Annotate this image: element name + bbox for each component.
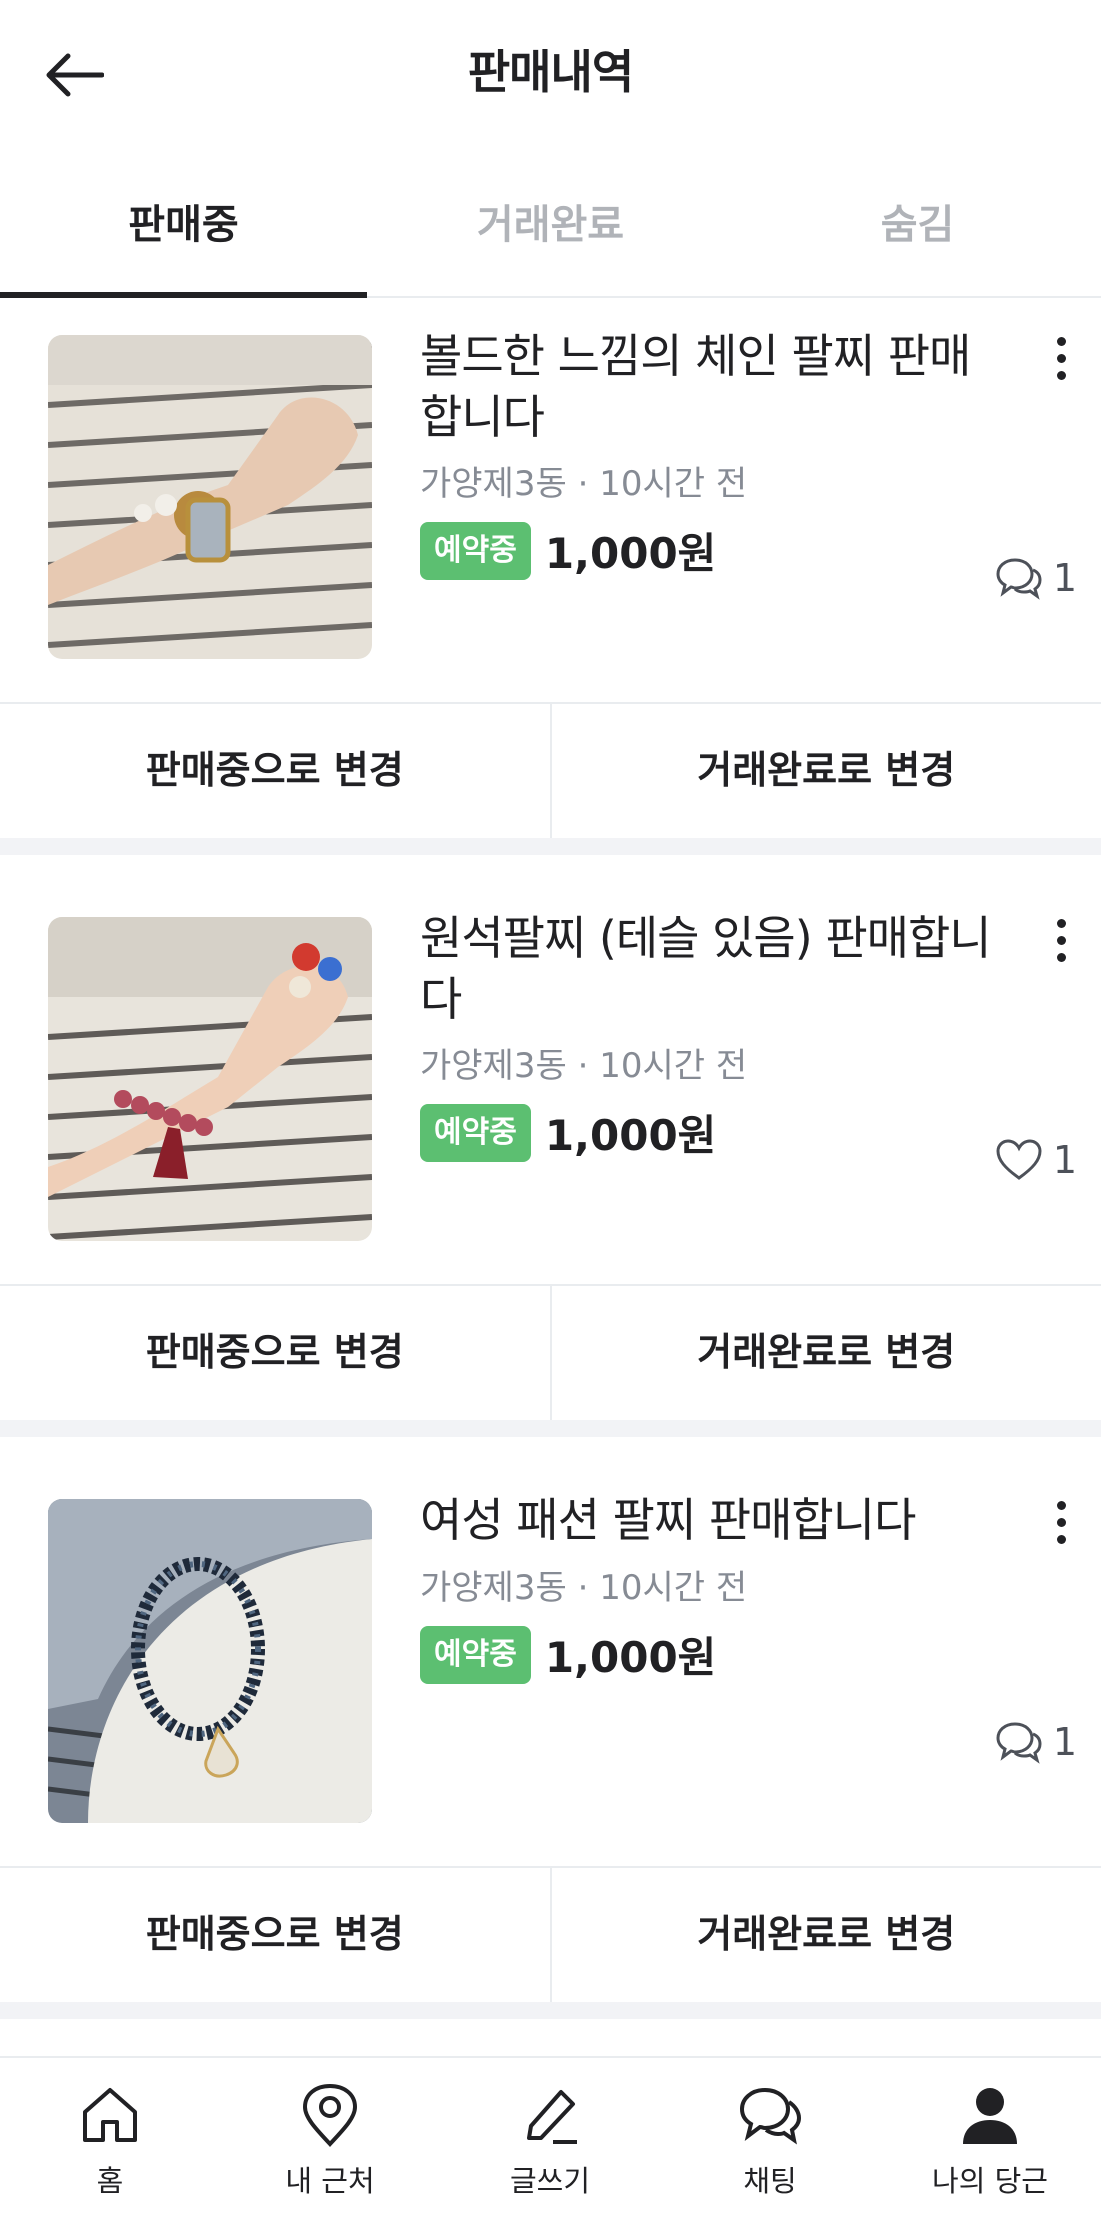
chat-bubbles-icon xyxy=(737,2082,803,2148)
product-thumbnail[interactable] xyxy=(48,335,372,659)
section-divider xyxy=(0,1420,1101,1437)
section-divider xyxy=(0,2002,1101,2019)
product-meta: 가양제3동 · 10시간 전 xyxy=(420,456,747,505)
list-item[interactable]: 원석팔찌 (테슬 있음) 판매합니다 가양제3동 · 10시간 전 예약중 1,… xyxy=(0,880,1101,1437)
bottom-navigation: 홈 내 근처 글쓰기 채팅 나의 당근 xyxy=(0,2056,1101,2237)
price-text: 1,000원 xyxy=(545,520,717,581)
price-text: 1,000원 xyxy=(545,1624,717,1685)
nav-chat-label: 채팅 xyxy=(743,2158,796,2200)
change-to-completed-button[interactable]: 거래완료로 변경 xyxy=(552,704,1101,840)
location-pin-icon xyxy=(297,2082,363,2148)
nav-nearby[interactable]: 내 근처 xyxy=(220,2058,440,2237)
tab-selling[interactable]: 판매중 xyxy=(0,170,367,296)
product-meta: 가양제3동 · 10시간 전 xyxy=(420,1038,747,1087)
nav-chat[interactable]: 채팅 xyxy=(660,2058,880,2237)
nav-write[interactable]: 글쓰기 xyxy=(440,2058,660,2237)
like-count-value: 1 xyxy=(1053,1138,1077,1182)
meta-separator: · xyxy=(578,464,589,504)
item-actions: 판매중으로 변경 거래완료로 변경 xyxy=(0,1284,1101,1422)
product-thumbnail[interactable] xyxy=(48,1499,372,1823)
list-item[interactable]: 볼드한 느낌의 체인 팔찌 판매합니다 가양제3동 · 10시간 전 예약중 1… xyxy=(0,298,1101,855)
chat-count-value: 1 xyxy=(1053,1720,1077,1764)
product-meta: 가양제3동 · 10시간 전 xyxy=(420,1560,747,1609)
nav-my-carrot[interactable]: 나의 당근 xyxy=(880,2058,1100,2237)
chat-bubbles-icon xyxy=(995,556,1043,600)
more-vertical-icon xyxy=(1057,1501,1066,1544)
more-options-button[interactable] xyxy=(1041,1492,1081,1552)
price-row: 예약중 1,000원 xyxy=(420,1624,716,1685)
status-badge: 예약중 xyxy=(420,1104,531,1162)
chat-count: 1 xyxy=(995,1720,1077,1764)
price-row: 예약중 1,000원 xyxy=(420,520,716,581)
more-options-button[interactable] xyxy=(1041,328,1081,388)
change-to-selling-button[interactable]: 판매중으로 변경 xyxy=(0,1286,552,1422)
chat-count-value: 1 xyxy=(1053,556,1077,600)
like-count: 1 xyxy=(995,1138,1077,1182)
product-title[interactable]: 볼드한 느낌의 체인 팔찌 판매합니다 xyxy=(420,326,1000,448)
time-text: 10시간 전 xyxy=(599,1568,747,1608)
nav-home-label: 홈 xyxy=(97,2158,124,2200)
change-to-selling-button[interactable]: 판매중으로 변경 xyxy=(0,704,552,840)
change-to-selling-button[interactable]: 판매중으로 변경 xyxy=(0,1868,552,2004)
change-to-completed-button[interactable]: 거래완료로 변경 xyxy=(552,1868,1101,2004)
nav-nearby-label: 내 근처 xyxy=(285,2158,374,2200)
price-row: 예약중 1,000원 xyxy=(420,1102,716,1163)
pencil-icon xyxy=(517,2082,583,2148)
nav-my-carrot-label: 나의 당근 xyxy=(932,2158,1048,2200)
meta-separator: · xyxy=(578,1568,589,1608)
location-text: 가양제3동 xyxy=(420,464,567,504)
change-to-completed-button[interactable]: 거래완료로 변경 xyxy=(552,1286,1101,1422)
page-title: 판매내역 xyxy=(0,36,1101,102)
list-item[interactable]: 여성 패션 팔찌 판매합니다 가양제3동 · 10시간 전 예약중 1,000원… xyxy=(0,1462,1101,2019)
person-icon xyxy=(957,2082,1023,2148)
price-text: 1,000원 xyxy=(545,1102,717,1163)
nav-write-label: 글쓰기 xyxy=(510,2158,590,2200)
product-title[interactable]: 여성 패션 팔찌 판매합니다 xyxy=(420,1490,1000,1551)
heart-icon xyxy=(995,1138,1043,1182)
section-divider xyxy=(0,838,1101,855)
item-actions: 판매중으로 변경 거래완료로 변경 xyxy=(0,1866,1101,2004)
status-badge: 예약중 xyxy=(420,1626,531,1684)
more-vertical-icon xyxy=(1057,337,1066,380)
home-icon xyxy=(77,2082,143,2148)
location-text: 가양제3동 xyxy=(420,1568,567,1608)
meta-separator: · xyxy=(578,1046,589,1086)
product-thumbnail[interactable] xyxy=(48,917,372,1241)
more-options-button[interactable] xyxy=(1041,910,1081,970)
location-text: 가양제3동 xyxy=(420,1046,567,1086)
status-badge: 예약중 xyxy=(420,522,531,580)
product-title[interactable]: 원석팔찌 (테슬 있음) 판매합니다 xyxy=(420,908,1000,1030)
tab-completed[interactable]: 거래완료 xyxy=(367,170,734,296)
time-text: 10시간 전 xyxy=(599,464,747,504)
app-header: 판매내역 xyxy=(0,0,1101,140)
nav-home[interactable]: 홈 xyxy=(0,2058,220,2237)
chat-bubbles-icon xyxy=(995,1720,1043,1764)
time-text: 10시간 전 xyxy=(599,1046,747,1086)
more-vertical-icon xyxy=(1057,919,1066,962)
tab-hidden[interactable]: 숨김 xyxy=(734,170,1101,296)
status-tabs: 판매중 거래완료 숨김 xyxy=(0,170,1101,298)
chat-count: 1 xyxy=(995,556,1077,600)
item-actions: 판매중으로 변경 거래완료로 변경 xyxy=(0,702,1101,840)
